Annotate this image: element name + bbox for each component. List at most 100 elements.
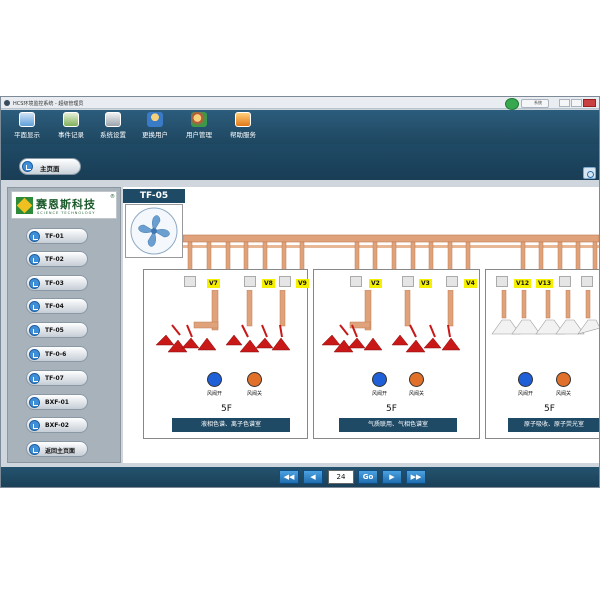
toolbar-label: 系统设置 bbox=[100, 131, 126, 139]
sidebar-item-label: BXF-02 bbox=[45, 422, 69, 429]
sidebar-item-tf-0-6[interactable]: TF-0-6 bbox=[26, 346, 88, 362]
valve-tag[interactable]: V12 bbox=[514, 279, 531, 288]
maximize-button[interactable] bbox=[571, 99, 582, 107]
sidebar-item-bxf-02[interactable]: BXF-02 bbox=[26, 417, 88, 433]
app-icon bbox=[4, 100, 10, 106]
valve-tag[interactable]: V8 bbox=[262, 279, 275, 288]
sidebar-item-tf-05[interactable]: TF-05 bbox=[26, 322, 88, 338]
sidebar-item-tf-04[interactable]: TF-04 bbox=[26, 298, 88, 314]
settings-icon bbox=[105, 112, 121, 127]
pagination-bar: ◀◀ ◀ 24 Go ▶ ▶▶ bbox=[1, 467, 599, 487]
help-icon bbox=[235, 112, 251, 127]
company-logo: 赛恩斯科技 ® SCIENCE TECHNOLOGY bbox=[11, 191, 117, 219]
enter-icon bbox=[29, 397, 40, 408]
logo-mark-icon bbox=[16, 197, 33, 214]
enter-icon bbox=[29, 444, 40, 455]
sidebar-item-return-home[interactable]: 返回主页面 bbox=[26, 441, 88, 457]
valve-actuator-icon bbox=[279, 276, 291, 287]
fume-hoods-icon bbox=[321, 290, 461, 353]
toolbar-floorplan-button[interactable]: 平面显示 bbox=[5, 112, 49, 142]
logo-name: 赛恩斯科技 bbox=[36, 198, 96, 211]
valve-tag[interactable]: V4 bbox=[464, 279, 477, 288]
valve-close-label: 风阀关 bbox=[409, 391, 425, 397]
sidebar-item-label: TF-03 bbox=[45, 280, 64, 287]
user-management-icon bbox=[191, 112, 207, 127]
toolbar-settings-button[interactable]: 系统设置 bbox=[91, 112, 135, 142]
fan-icon bbox=[130, 207, 178, 255]
toolbar-user-management-button[interactable]: 用户管理 bbox=[177, 112, 221, 142]
toolbar-event-log-button[interactable]: 事件记录 bbox=[49, 112, 93, 142]
navigation-strip: 主页面 bbox=[1, 144, 599, 180]
title-bar: HCS环境监控系统 - 超级管理员 系统 bbox=[1, 97, 599, 110]
sidebar-item-label: TF-04 bbox=[45, 303, 64, 310]
valve-actuator-icon bbox=[244, 276, 256, 287]
toolbar-label: 帮助服务 bbox=[230, 131, 256, 139]
valve-actuator-icon bbox=[402, 276, 414, 287]
event-log-icon bbox=[63, 112, 79, 127]
sidebar: 赛恩斯科技 ® SCIENCE TECHNOLOGY TF-01 TF-02 T… bbox=[7, 187, 121, 463]
sidebar-item-tf-07[interactable]: TF-07 bbox=[26, 370, 88, 386]
toolbar-help-button[interactable]: 帮助服务 bbox=[221, 112, 265, 142]
fan-title: TF-05 bbox=[123, 189, 185, 203]
fan-unit[interactable] bbox=[125, 204, 183, 258]
toolbar-switch-user-button[interactable]: 更换用户 bbox=[133, 112, 177, 142]
enter-icon bbox=[22, 161, 33, 172]
close-button[interactable] bbox=[583, 99, 596, 107]
valve-tag[interactable]: V7 bbox=[207, 279, 220, 288]
home-page-button[interactable]: 主页面 bbox=[19, 158, 81, 175]
valve-tag[interactable]: V3 bbox=[419, 279, 432, 288]
switch-user-icon bbox=[147, 112, 163, 127]
window-title: HCS环境监控系统 - 超级管理员 bbox=[13, 101, 84, 107]
main-diagram: TF-05 V7 V8 V9 风阀开 风阀关 5F 液相色谱、离子色谱室 V2 … bbox=[123, 187, 599, 463]
enter-icon bbox=[29, 420, 40, 431]
go-button[interactable]: Go bbox=[358, 470, 378, 484]
previous-page-button[interactable]: ◀ bbox=[303, 470, 323, 484]
valve-open-indicator[interactable] bbox=[518, 372, 533, 387]
valve-close-indicator[interactable] bbox=[247, 372, 262, 387]
valve-open-label: 风阀开 bbox=[518, 391, 534, 397]
room-name: 气质联用、气相色谱室 bbox=[339, 418, 457, 432]
sidebar-item-label: TF-07 bbox=[45, 375, 64, 382]
enter-icon bbox=[29, 325, 40, 336]
room-panel: V2 V3 V4 风阀开 风阀关 5F 气质联用、气相色谱室 bbox=[313, 269, 480, 439]
status-indicator-icon[interactable] bbox=[505, 98, 519, 110]
enter-icon bbox=[29, 254, 40, 265]
next-page-button[interactable]: ▶ bbox=[382, 470, 402, 484]
monitor-icon bbox=[19, 112, 35, 127]
valve-open-indicator[interactable] bbox=[372, 372, 387, 387]
minimize-button[interactable] bbox=[559, 99, 570, 107]
valve-open-indicator[interactable] bbox=[207, 372, 222, 387]
valve-close-indicator[interactable] bbox=[409, 372, 424, 387]
valve-open-label: 风阀开 bbox=[372, 391, 388, 397]
toolbar: 平面显示 事件记录 系统设置 更换用户 用户管理 帮助服务 bbox=[1, 110, 599, 144]
sidebar-item-label: TF-02 bbox=[45, 256, 64, 263]
room-name: 原子吸收、原子荧光室 bbox=[508, 418, 599, 432]
floor-label: 5F bbox=[544, 404, 555, 414]
sidebar-item-label: TF-05 bbox=[45, 327, 64, 334]
sidebar-item-bxf-01[interactable]: BXF-01 bbox=[26, 394, 88, 410]
valve-tag[interactable]: V2 bbox=[369, 279, 382, 288]
toolbar-label: 平面显示 bbox=[14, 131, 40, 139]
enter-icon bbox=[29, 301, 40, 312]
valve-tag[interactable]: V9 bbox=[296, 279, 309, 288]
last-page-button[interactable]: ▶▶ bbox=[406, 470, 426, 484]
toolbar-label: 事件记录 bbox=[58, 131, 84, 139]
valve-actuator-icon bbox=[184, 276, 196, 287]
registered-mark: ® bbox=[110, 194, 115, 200]
sidebar-item-label: TF-01 bbox=[45, 233, 64, 240]
sidebar-item-tf-02[interactable]: TF-02 bbox=[26, 251, 88, 267]
first-page-button[interactable]: ◀◀ bbox=[279, 470, 299, 484]
sidebar-item-tf-03[interactable]: TF-03 bbox=[26, 275, 88, 291]
enter-icon bbox=[29, 373, 40, 384]
toolbar-label: 更换用户 bbox=[142, 131, 168, 139]
floor-label: 5F bbox=[386, 404, 397, 414]
page-number-input[interactable]: 24 bbox=[328, 470, 354, 484]
valve-actuator-icon bbox=[581, 276, 593, 287]
home-page-label: 主页面 bbox=[40, 165, 60, 173]
valve-close-indicator[interactable] bbox=[556, 372, 571, 387]
sidebar-item-tf-01[interactable]: TF-01 bbox=[26, 228, 88, 244]
refresh-icon[interactable] bbox=[583, 167, 596, 179]
valve-tag[interactable]: V13 bbox=[536, 279, 553, 288]
logo-subtitle: SCIENCE TECHNOLOGY bbox=[37, 211, 96, 215]
enter-icon bbox=[29, 349, 40, 360]
